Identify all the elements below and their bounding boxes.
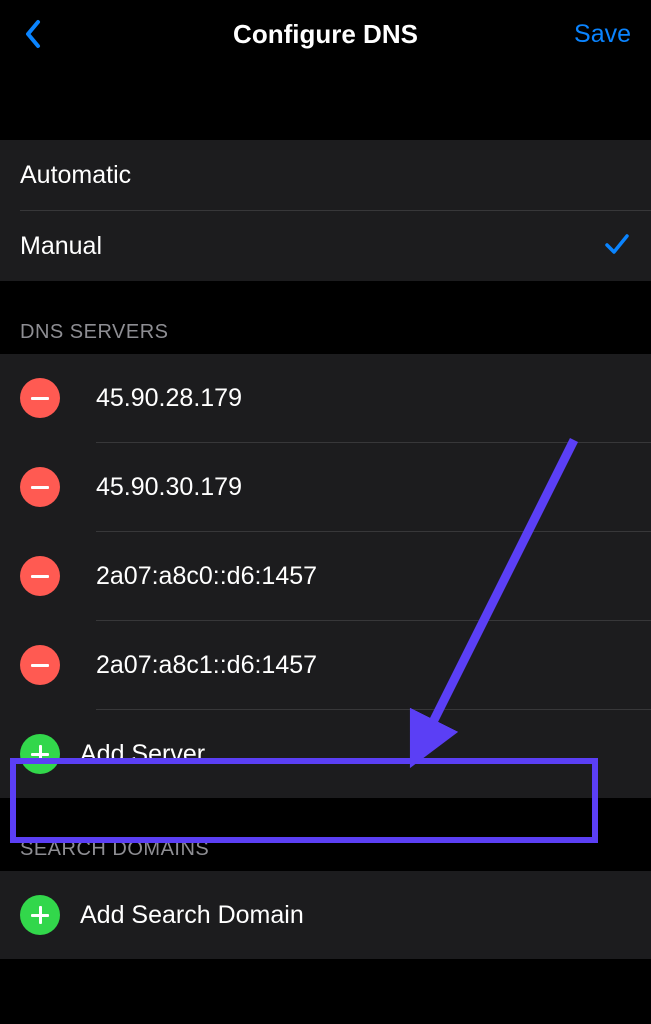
dns-server-row[interactable]: 2a07:a8c1::d6:1457 — [0, 621, 651, 709]
mode-group: Automatic Manual — [0, 140, 651, 281]
search-domains-group: Add Search Domain — [0, 871, 651, 959]
search-domains-section-header: Search Domains — [0, 798, 651, 871]
dns-server-row[interactable]: 45.90.30.179 — [0, 443, 651, 531]
add-search-domain-label: Add Search Domain — [80, 901, 304, 930]
dns-server-value: 45.90.30.179 — [96, 473, 242, 502]
nav-header: Configure DNS Save — [0, 0, 651, 68]
add-search-domain-row[interactable]: Add Search Domain — [0, 871, 651, 959]
chevron-left-icon — [22, 18, 42, 50]
mode-automatic-row[interactable]: Automatic — [0, 140, 651, 210]
dns-servers-group: 45.90.28.179 45.90.30.179 2a07:a8c0::d6:… — [0, 354, 651, 798]
add-icon[interactable] — [20, 895, 60, 935]
remove-icon[interactable] — [20, 645, 60, 685]
dns-server-row[interactable]: 2a07:a8c0::d6:1457 — [0, 532, 651, 620]
mode-manual-row[interactable]: Manual — [0, 211, 651, 281]
mode-automatic-label: Automatic — [20, 161, 131, 190]
checkmark-icon — [603, 230, 631, 263]
dns-server-value: 2a07:a8c1::d6:1457 — [96, 651, 317, 680]
add-icon[interactable] — [20, 734, 60, 774]
dns-servers-section-header: DNS Servers — [0, 281, 651, 354]
page-title: Configure DNS — [233, 19, 418, 50]
spacer — [0, 68, 651, 140]
add-server-row[interactable]: Add Server — [0, 710, 651, 798]
dns-server-row[interactable]: 45.90.28.179 — [0, 354, 651, 442]
save-button[interactable]: Save — [568, 14, 637, 55]
remove-icon[interactable] — [20, 378, 60, 418]
back-button[interactable] — [14, 12, 50, 56]
dns-server-value: 2a07:a8c0::d6:1457 — [96, 562, 317, 591]
remove-icon[interactable] — [20, 556, 60, 596]
dns-server-value: 45.90.28.179 — [96, 384, 242, 413]
add-server-label: Add Server — [80, 740, 205, 769]
mode-manual-label: Manual — [20, 232, 102, 261]
remove-icon[interactable] — [20, 467, 60, 507]
